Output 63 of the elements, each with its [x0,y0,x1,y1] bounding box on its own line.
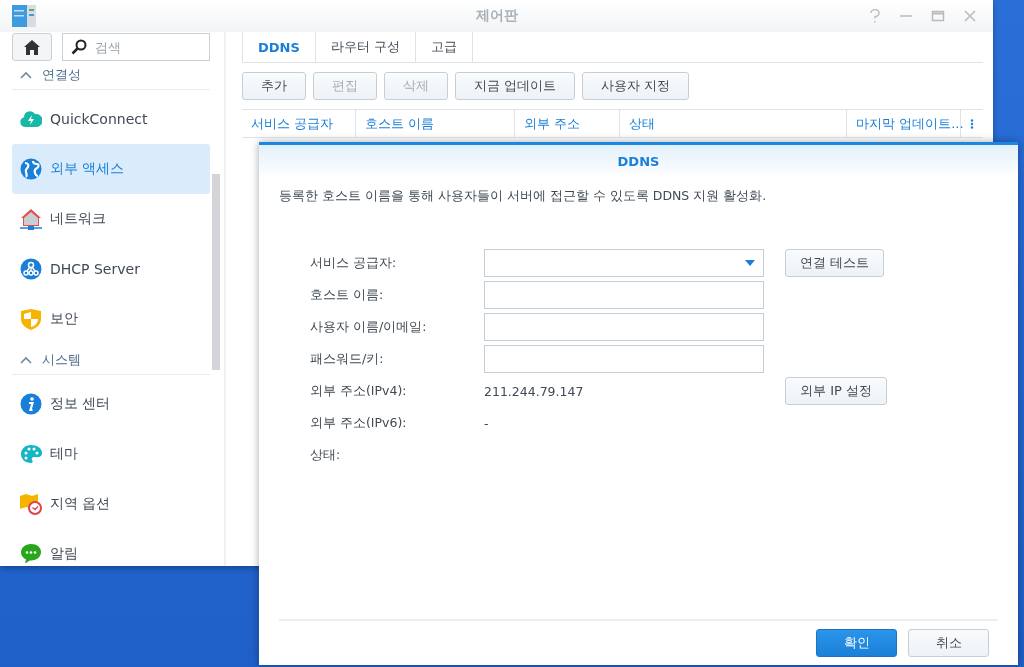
search-icon [71,39,87,55]
action-button[interactable]: 연결 테스트 [785,249,885,277]
sidebar-item[interactable]: 외부 액세스 [12,144,210,194]
input-field[interactable] [484,313,764,341]
section-title: 연결성 [42,66,81,84]
maximize-icon[interactable] [931,9,945,23]
close-icon[interactable] [963,9,977,23]
dialog-description: 등록한 호스트 이름을 통해 사용자들이 서버에 접근할 수 있도록 DDNS 지원 활성화. [279,188,768,205]
shield-icon [20,308,42,330]
field-label: 외부 주소(IPv4): [310,382,408,400]
column-header[interactable]: 호스트 이름 [356,110,515,137]
cloud-icon [20,109,42,129]
sidebar-item[interactable]: QuickConnect [12,94,210,144]
sidebar-item[interactable]: 알림 [12,529,210,566]
help-icon[interactable] [869,9,881,23]
field-label: 패스워드/키: [310,350,385,368]
action-button[interactable]: 외부 IP 설정 [785,377,887,405]
field-label: 상태: [310,446,342,464]
section-header[interactable]: 시스템 [12,346,210,375]
input-field[interactable] [484,281,764,309]
sidebar-item[interactable]: 테마 [12,429,210,479]
provider-dropdown[interactable] [484,249,764,277]
field-label: 사용자 이름/이메일: [310,318,428,336]
dialog-button[interactable]: 취소 [908,629,989,657]
input-field[interactable] [484,345,764,373]
map-clock-icon [20,493,42,515]
sidebar-item[interactable]: DHCP Server [12,244,210,294]
tab[interactable]: 라우터 구성 [315,32,416,62]
sidebar-item[interactable]: 정보 센터 [12,379,210,429]
field-label: 서비스 공급자: [310,254,398,272]
field-label: 호스트 이름: [310,286,385,304]
tab[interactable]: 고급 [415,32,473,62]
column-header[interactable]: 외부 주소 [515,110,620,137]
toolbar-button[interactable]: 사용자 지정 [582,72,690,100]
field-value: 211.244.79.147 [484,383,584,399]
section-header[interactable]: 연결성 [12,61,210,90]
dropdown-caret-icon [745,260,755,266]
sidebar-item[interactable]: 지역 옵션 [12,479,210,529]
sidebar-item[interactable]: 보안 [12,294,210,344]
globe-icon [20,158,42,180]
column-header[interactable]: 서비스 공급자 [242,110,356,137]
field-value: - [484,415,489,431]
toolbar-button[interactable]: 추가 [242,72,306,100]
toolbar-button[interactable]: 지금 업데이트 [455,72,576,100]
section-title: 시스템 [42,351,81,369]
home-button[interactable] [12,33,52,61]
more-options-icon[interactable] [970,118,974,129]
window-title: 제어판 [475,7,518,25]
scrollbar[interactable] [212,174,220,370]
dialog-title: DDNS [617,154,660,169]
tab[interactable]: DDNS [242,32,316,62]
home-icon [24,39,40,55]
house-icon [20,208,42,230]
palette-icon [20,444,42,464]
column-header[interactable]: 마지막 업데이트... [847,110,961,137]
field-label: 외부 주소(IPv6): [310,414,408,432]
sidebar-item[interactable]: 네트워크 [12,194,210,244]
network-nodes-icon [20,258,42,280]
info-icon [20,393,42,415]
column-header[interactable]: 상태 [620,110,847,137]
dialog-button[interactable]: 확인 [816,629,897,657]
search-field[interactable]: 검색 [62,33,210,61]
control-panel-icon [12,5,36,27]
